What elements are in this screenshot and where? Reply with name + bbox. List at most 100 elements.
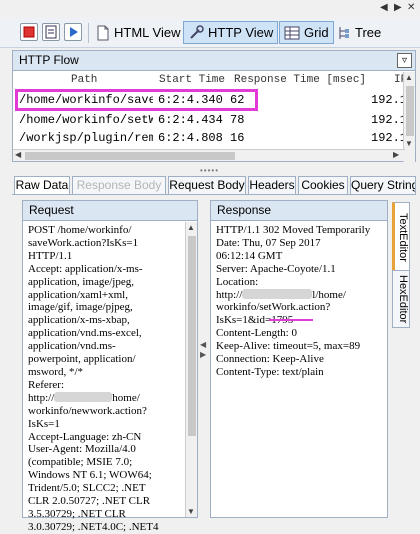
close-icon[interactable]: ✕ [407, 2, 415, 13]
request-line: 3.0.30729; .NET4.0C; .NET4 [28, 521, 183, 534]
row-response-time: 78 [230, 113, 245, 127]
grid-view-button[interactable]: Grid [279, 21, 334, 44]
request-line: Windows NT 6.1; WOW64; [28, 469, 183, 482]
request-line: 3.5.30729; .NET CLR [28, 508, 183, 521]
scroll-thumb[interactable] [25, 152, 235, 160]
response-line: Connection: Keep-Alive [216, 353, 383, 366]
row-ip: 192.1 [371, 113, 405, 127]
request-line-text: application/xaml+xml, [28, 288, 128, 301]
http-flow-header: HTTP Flow ▿ [13, 51, 415, 71]
nav-right-icon[interactable]: ▶ [394, 2, 402, 13]
clear-icon[interactable] [42, 23, 60, 41]
request-line-text: CLR 2.0.50727; .NET CLR [28, 495, 151, 508]
http-view-button[interactable]: HTTP View [183, 21, 279, 44]
response-raw-text[interactable]: HTTP/1.1 302 Moved Temporarily Date: Thu,… [216, 224, 383, 379]
row-response-time: 16 [230, 131, 245, 145]
play-icon[interactable] [64, 23, 82, 41]
scroll-up-icon[interactable]: ▲ [405, 73, 413, 82]
tab-request-body[interactable]: Request Body [168, 176, 246, 194]
response-title: Response [211, 201, 387, 221]
request-line: CLR 2.0.50727; .NET CLR [28, 495, 183, 508]
response-line-text: http:// [216, 288, 243, 301]
id-underline [269, 319, 313, 321]
window-top-strip: ◀ ▶ ✕ [0, 0, 420, 18]
response-line-text: Content-Type: text/plain [216, 365, 324, 378]
toolbar: HTML View HTTP View Grid Tree [0, 18, 420, 48]
splitter-handle[interactable]: ••••• [200, 166, 219, 175]
scroll-down-icon[interactable]: ▼ [405, 139, 413, 148]
request-line-text: Referer: [28, 378, 65, 391]
http-flow-panel: HTTP Flow ▿ Path Start Time Response Tim… [12, 50, 416, 162]
request-line-text: application/vnd.ms-excel, [28, 327, 142, 340]
request-line: application/vnd.ms- [28, 340, 183, 353]
scroll-thumb[interactable] [188, 236, 196, 436]
response-line-text: Server: Apache-Coyote/1.1 [216, 262, 336, 275]
tab-headers[interactable]: Headers [248, 176, 296, 194]
response-line: Location: [216, 276, 383, 289]
scroll-thumb[interactable] [406, 86, 414, 136]
request-line: (compatible; MSIE 7.0; [28, 456, 183, 469]
request-line: http:// home/ [28, 391, 183, 405]
request-pane: Request POST /home/workinfo/saveWork.act… [22, 200, 198, 533]
response-line: Content-Length: 0 [216, 327, 383, 340]
request-raw-text[interactable]: POST /home/workinfo/saveWork.action?IsKs… [28, 224, 183, 534]
request-line-text: application, image/jpeg, [28, 275, 134, 288]
table-row[interactable]: /workjsp/plugin/remin’ 6:2:4.808 16 192.… [13, 129, 405, 147]
request-line-text: application/x-ms-xbap, [28, 314, 130, 327]
request-line: IsKs=1 [28, 418, 183, 431]
tab-cookies[interactable]: Cookies [298, 176, 348, 194]
response-line-text: Content-Length: 0 [216, 327, 297, 340]
flow-horizontal-scrollbar[interactable]: ◀ ▶ [13, 149, 405, 161]
response-line-text: Location: [216, 275, 259, 288]
response-line: Date: Thu, 07 Sep 2017 [216, 237, 383, 250]
response-line-text: HTTP/1.1 302 Moved Temporarily [216, 224, 371, 236]
html-view-label: HTML View [114, 25, 181, 40]
scroll-up-icon[interactable]: ▲ [187, 223, 195, 232]
column-start-time[interactable]: Start Time [159, 74, 225, 86]
pane-resize-arrows[interactable]: ◀ ▶ [200, 340, 206, 360]
document-icon [97, 25, 109, 40]
scroll-right-icon[interactable]: ▶ [393, 150, 399, 159]
request-title: Request [23, 201, 197, 221]
tab-text-editor[interactable]: TextEditor [392, 202, 410, 272]
tools-icon [190, 24, 204, 39]
column-response-time[interactable]: Response Time [msec] [234, 74, 366, 86]
request-line-text: Windows NT 6.1; WOW64; [28, 469, 152, 482]
response-line-text: Date: Thu, 07 Sep 2017 [216, 236, 321, 249]
request-line: application/xaml+xml, [28, 289, 183, 302]
response-line-text: workinfo/setWork.action? [216, 301, 331, 314]
tab-query-string[interactable]: Query String [350, 176, 416, 194]
request-line-text: HTTP/1.1 [28, 249, 73, 262]
http-view-label: HTTP View [208, 25, 274, 40]
scroll-left-icon[interactable]: ◀ [15, 150, 21, 159]
grid-icon [284, 26, 300, 39]
scroll-down-icon[interactable]: ▼ [187, 507, 195, 516]
tab-hex-editor[interactable]: HexEditor [392, 270, 410, 328]
response-line: Keep-Alive: timeout=5, max=89 [216, 340, 383, 353]
table-row[interactable]: /home/workinfo/setWorl 6:2:4.434 78 192.… [13, 111, 405, 129]
request-scrollbar[interactable]: ▲ ▼ [185, 222, 197, 517]
request-line-text: application/vnd.ms- [28, 340, 116, 353]
request-line-text: Accept-Language: zh-CN [28, 430, 142, 443]
column-path[interactable]: Path [71, 74, 97, 86]
tab-raw-data[interactable]: Raw Data [14, 176, 70, 194]
record-icon[interactable] [20, 23, 38, 41]
request-line-text: POST /home/workinfo/ [28, 224, 132, 236]
tab-response-body[interactable]: Response Body [72, 176, 166, 194]
toolbar-separator [88, 23, 89, 43]
request-line-text: (compatible; MSIE 7.0; [28, 456, 133, 469]
response-line: HTTP/1.1 302 Moved Temporarily [216, 224, 383, 237]
request-line-text: saveWork.action?IsKs=1 [28, 236, 139, 249]
request-line: image/gif, image/pjpeg, [28, 301, 183, 314]
request-line-text: Accept: application/x-ms- [28, 262, 143, 275]
tree-icon [339, 26, 349, 39]
filter-icon[interactable]: ▿ [397, 53, 412, 68]
html-view-button[interactable]: HTML View [92, 21, 184, 44]
tree-view-button[interactable]: Tree [333, 21, 385, 44]
request-line: saveWork.action?IsKs=1 [28, 237, 183, 250]
row-start-time: 6:2:4.808 [158, 131, 223, 145]
request-line-text: Trident/5.0; SLCC2; .NET [28, 482, 146, 495]
nav-left-icon[interactable]: ◀ [380, 2, 388, 13]
request-line-text: workinfo/newwork.action? [28, 404, 147, 417]
grid-view-label: Grid [304, 25, 329, 40]
